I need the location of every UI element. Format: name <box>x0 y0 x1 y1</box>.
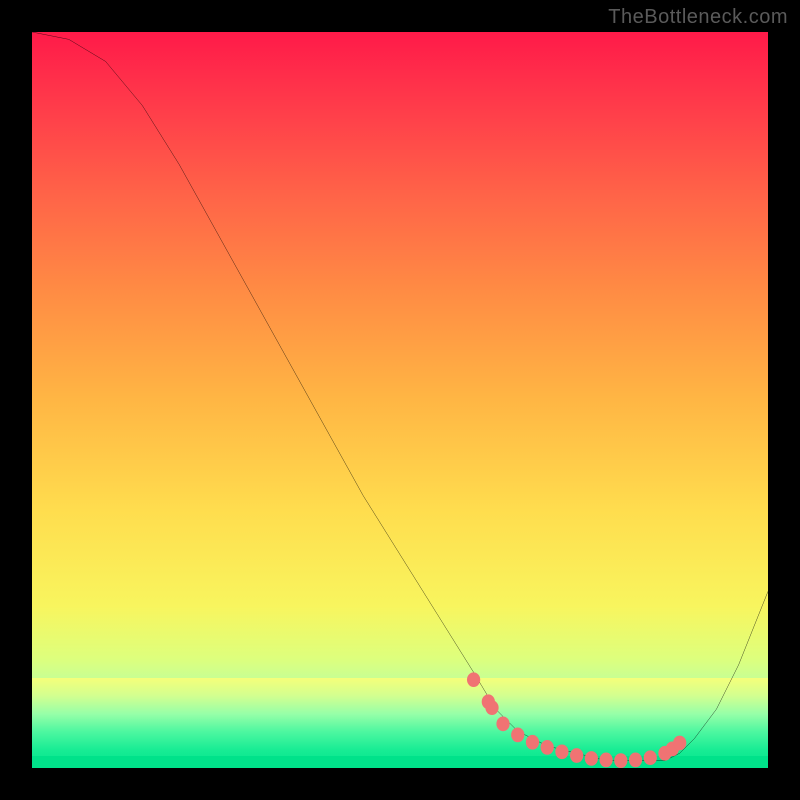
highlight-dot <box>599 753 612 768</box>
highlight-dot <box>496 716 509 731</box>
highlight-dot <box>541 740 554 755</box>
highlight-dot <box>485 700 498 715</box>
highlight-dot <box>629 753 642 768</box>
chart-frame: TheBottleneck.com <box>0 0 800 800</box>
plot-area <box>32 32 768 768</box>
highlight-dot <box>467 672 480 687</box>
highlight-dot <box>526 735 539 750</box>
highlight-dot <box>644 750 657 765</box>
highlight-dot <box>585 751 598 766</box>
markers-svg <box>32 32 768 768</box>
highlight-dot <box>673 736 686 751</box>
highlight-dot <box>570 748 583 763</box>
highlight-dot <box>555 744 568 759</box>
highlight-dot <box>511 728 524 743</box>
highlight-dot <box>614 753 627 768</box>
watermark-text: TheBottleneck.com <box>608 6 788 29</box>
